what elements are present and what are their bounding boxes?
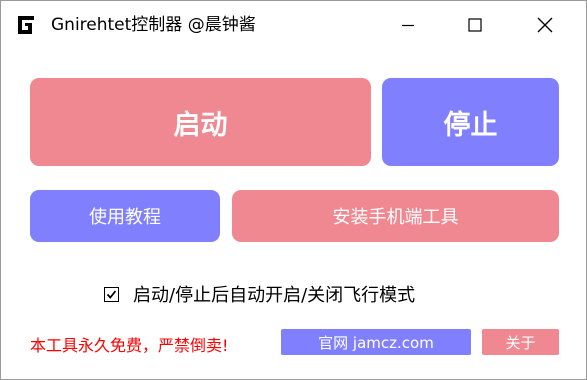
- maximize-button[interactable]: [446, 1, 504, 49]
- close-button[interactable]: [516, 1, 574, 49]
- about-button[interactable]: 关于: [482, 329, 559, 355]
- window-title: Gnirehtet控制器 @晨钟酱: [51, 15, 256, 35]
- checkmark-icon: [106, 289, 117, 299]
- g-logo-icon: [18, 16, 34, 34]
- minimize-icon: [402, 24, 414, 27]
- start-button[interactable]: 启动: [30, 78, 371, 166]
- auto-airplane-mode-label: 启动/停止后自动开启/关闭飞行模式: [133, 285, 416, 306]
- minimize-button[interactable]: [379, 1, 437, 49]
- website-button[interactable]: 官网 jamcz.com: [281, 329, 471, 355]
- free-notice: 本工具永久免费，严禁倒卖!: [30, 336, 229, 355]
- install-mobile-tool-button[interactable]: 安装手机端工具: [232, 190, 559, 242]
- maximize-icon: [468, 18, 482, 32]
- auto-airplane-mode-checkbox[interactable]: [104, 286, 119, 302]
- tutorial-button[interactable]: 使用教程: [30, 190, 220, 242]
- app-window: Gnirehtet控制器 @晨钟酱 启动 停止 使用教程 安装手机端工具 启动/…: [0, 0, 587, 380]
- stop-button[interactable]: 停止: [382, 78, 559, 166]
- close-icon: [537, 17, 553, 33]
- auto-airplane-mode-option[interactable]: 启动/停止后自动开启/关闭飞行模式: [104, 282, 415, 306]
- title-bar[interactable]: Gnirehtet控制器 @晨钟酱: [1, 1, 586, 49]
